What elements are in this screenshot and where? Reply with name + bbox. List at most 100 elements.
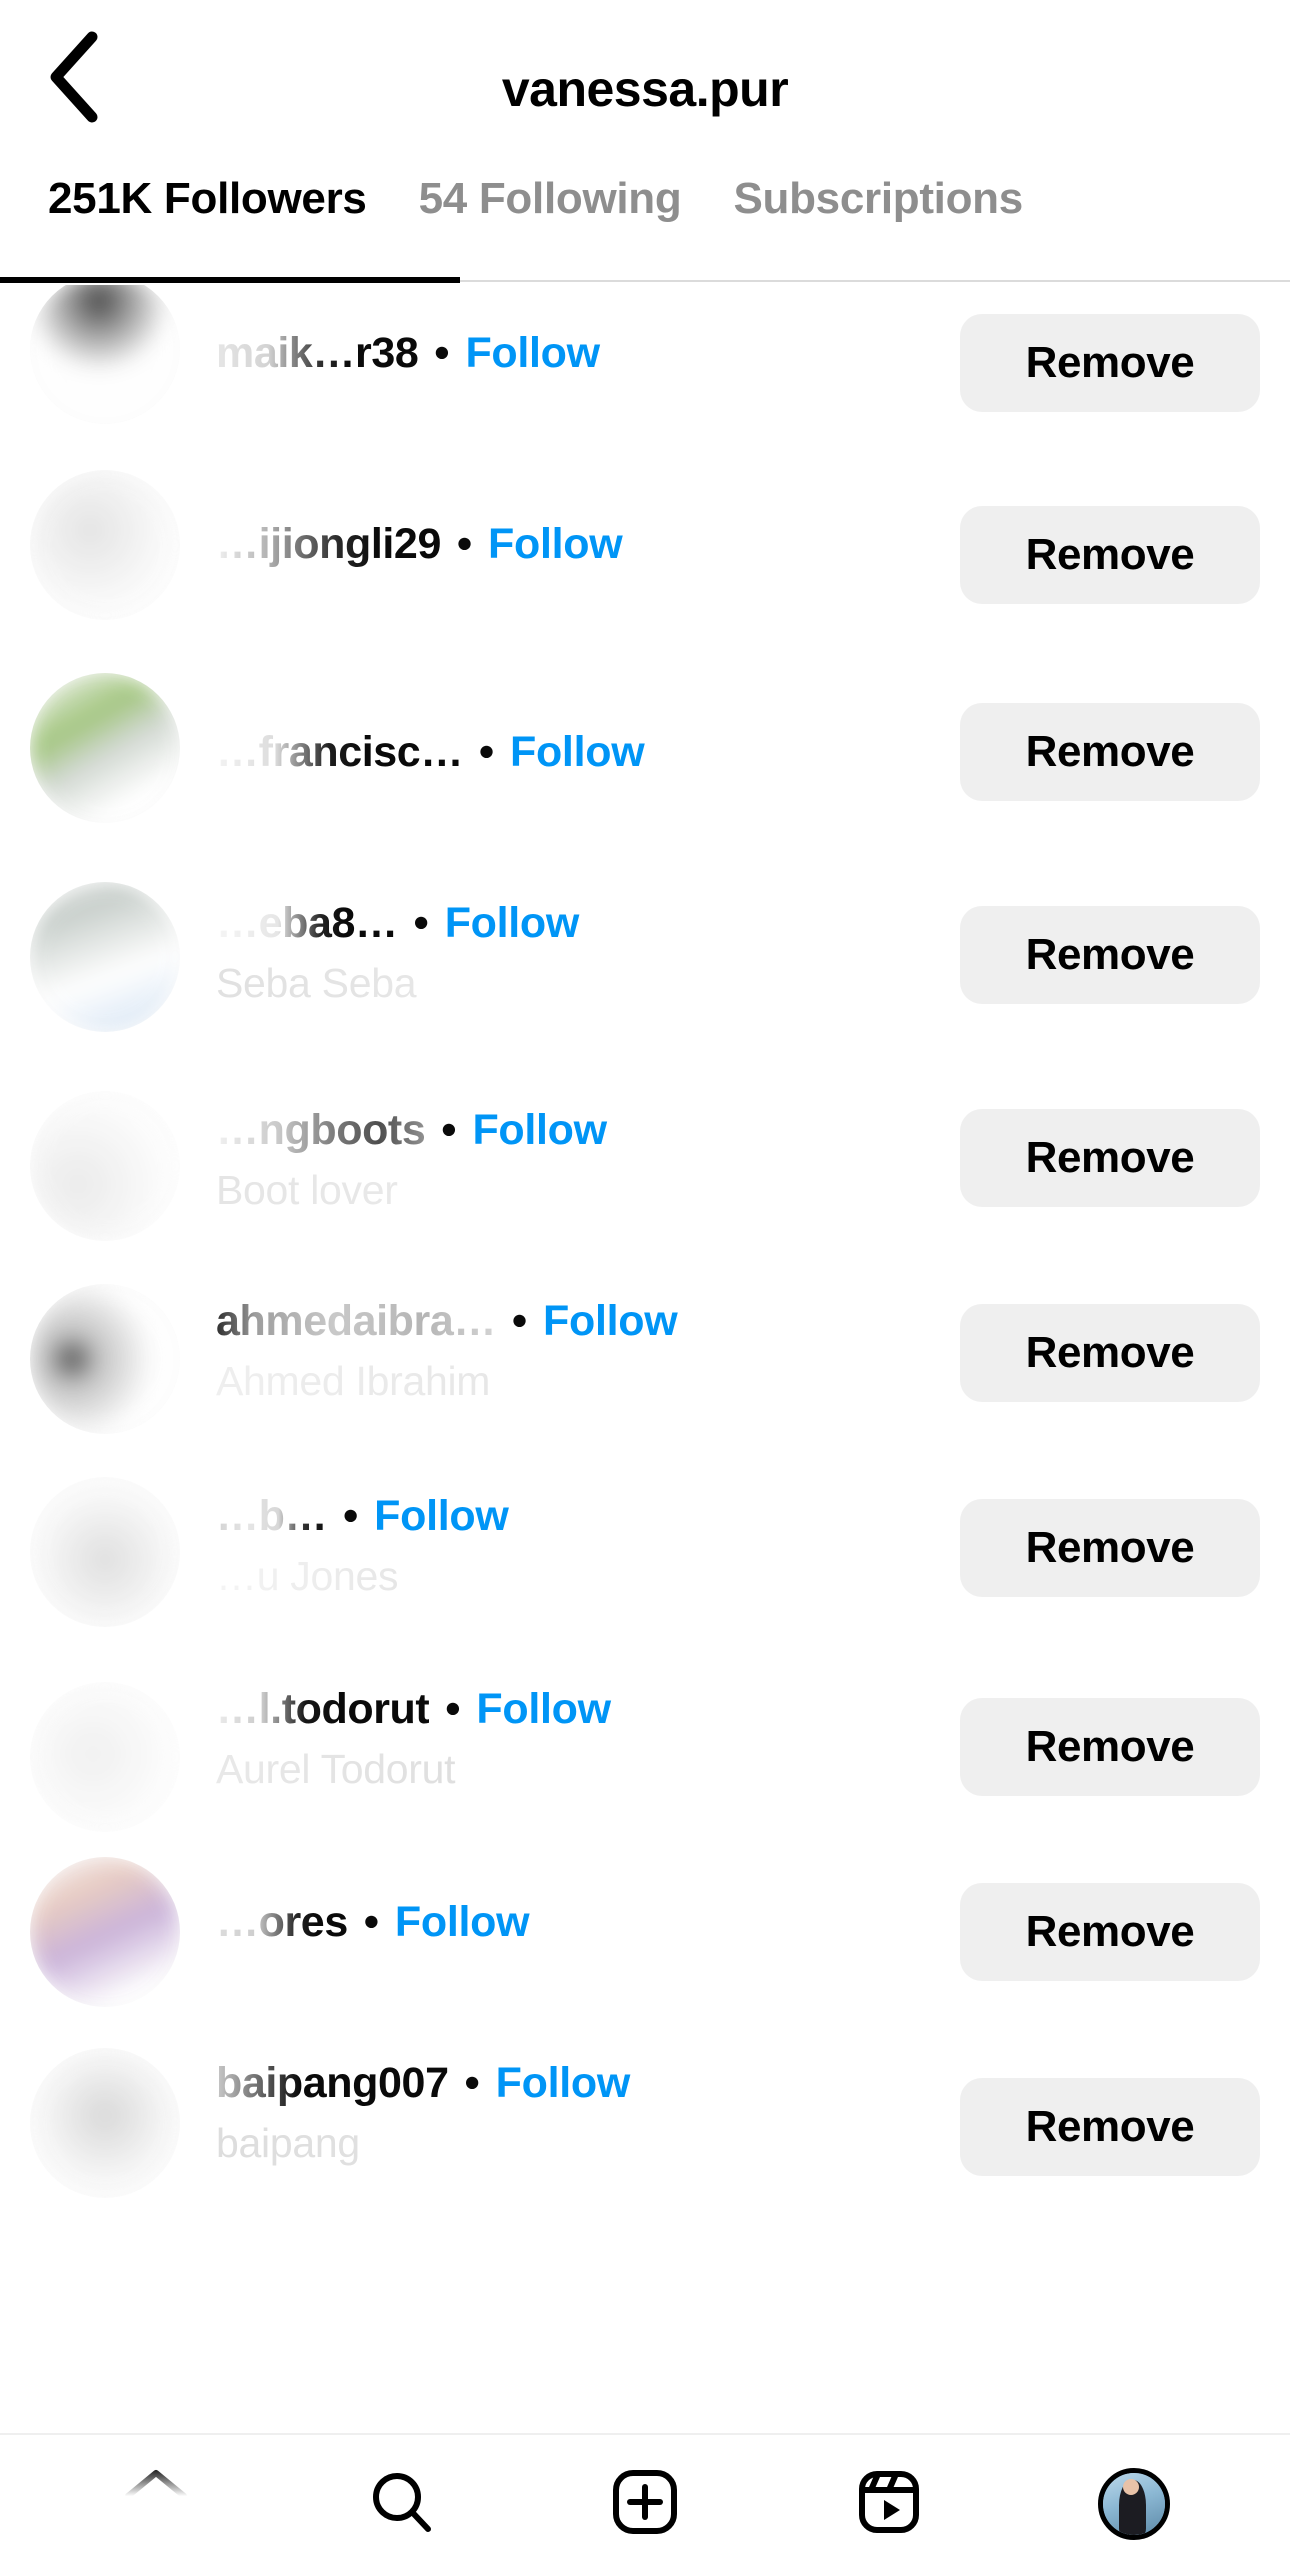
follow-link[interactable]: Follow xyxy=(496,2059,631,2108)
follow-link[interactable]: Follow xyxy=(374,1492,509,1541)
follower-row[interactable]: ahmedaibra… • Follow Ahmed Ibrahim Remove xyxy=(0,1250,1290,1448)
follower-row[interactable]: …francisc… • Follow Remove xyxy=(0,660,1290,856)
username-line: maik…r38 • Follow xyxy=(216,329,940,378)
username-line: …ores • Follow xyxy=(216,1898,940,1947)
full-name: …u Jones xyxy=(216,1553,399,1599)
separator-dot: • xyxy=(478,727,494,776)
follower-info: …francisc… • Follow xyxy=(180,728,940,777)
remove-button[interactable]: Remove xyxy=(960,703,1260,801)
avatar[interactable] xyxy=(30,673,180,823)
create-post-icon xyxy=(609,2466,681,2543)
remove-button[interactable]: Remove xyxy=(960,906,1260,1004)
follower-info: …ijiongli29 • Follow xyxy=(180,520,940,569)
remove-button[interactable]: Remove xyxy=(960,314,1260,412)
full-name: baipang xyxy=(216,2120,360,2166)
full-name: Seba Seba xyxy=(216,960,417,1006)
follower-info: …eba8… • Follow Seba Seba xyxy=(180,899,940,1007)
username-line: …l.todorut • Follow xyxy=(216,1685,940,1734)
nav-create-post[interactable] xyxy=(585,2449,705,2559)
username-line: …b… • Follow xyxy=(216,1492,940,1541)
follower-info: …ores • Follow xyxy=(180,1898,940,1947)
avatar[interactable] xyxy=(30,2048,180,2198)
username[interactable]: …ores xyxy=(216,1898,348,1947)
tab-subscriptions[interactable]: Subscriptions xyxy=(707,170,1048,224)
follower-row[interactable]: …eba8… • Follow Seba Seba Remove xyxy=(0,856,1290,1054)
follower-row[interactable]: …b… • Follow …u Jones Remove xyxy=(0,1448,1290,1644)
avatar[interactable] xyxy=(30,1284,180,1434)
remove-button[interactable]: Remove xyxy=(960,505,1260,604)
follow-link[interactable]: Follow xyxy=(465,329,600,378)
follow-link[interactable]: Follow xyxy=(543,1297,678,1346)
avatar[interactable] xyxy=(30,469,180,620)
follow-link[interactable]: Follow xyxy=(488,520,623,569)
avatar[interactable] xyxy=(30,1682,180,1832)
remove-button[interactable]: Remove xyxy=(960,2078,1260,2176)
username[interactable]: …francisc… xyxy=(216,728,463,777)
follower-info: baipang007 • Follow baipang xyxy=(180,2059,940,2167)
remove-button[interactable]: Remove xyxy=(960,1304,1260,1402)
tab-followers[interactable]: 251K Followers xyxy=(22,170,393,224)
separator-dot: • xyxy=(363,1897,379,1946)
avatar-image xyxy=(30,1091,180,1241)
remove-button[interactable]: Remove xyxy=(960,1499,1260,1597)
username[interactable]: ahmedaibra… xyxy=(216,1297,496,1346)
follower-row[interactable]: …l.todorut • Follow Aurel Todorut Remove xyxy=(0,1644,1290,1842)
username[interactable]: …ijiongli29 xyxy=(216,520,441,569)
username[interactable]: baipang007 xyxy=(216,2059,449,2108)
separator-dot: • xyxy=(441,1106,457,1154)
nav-home[interactable] xyxy=(96,2449,216,2559)
follower-row[interactable]: baipang007 • Follow baipang Remove xyxy=(0,2038,1290,2228)
follow-link[interactable]: Follow xyxy=(445,899,580,948)
follow-link[interactable]: Follow xyxy=(395,1898,530,1947)
follow-link[interactable]: Follow xyxy=(510,728,645,777)
avatar-image xyxy=(30,1284,180,1434)
follower-row[interactable]: maik…r38 • Follow Remove xyxy=(0,285,1290,465)
username[interactable]: …ngboots xyxy=(216,1106,426,1155)
remove-button[interactable]: Remove xyxy=(960,1698,1260,1796)
avatar-image xyxy=(30,285,180,424)
reels-icon xyxy=(853,2466,925,2543)
username[interactable]: …eba8… xyxy=(216,899,398,948)
separator-dot: • xyxy=(343,1492,359,1540)
avatar[interactable] xyxy=(30,285,180,424)
back-button[interactable] xyxy=(28,31,118,123)
full-name: Boot lover xyxy=(216,1167,398,1213)
instagram-followers-screen: vanessa.pur 251K Followers 54 Following … xyxy=(0,0,1290,2573)
avatar[interactable] xyxy=(30,1857,180,2007)
username-line: baipang007 • Follow xyxy=(216,2059,940,2108)
username[interactable]: …b… xyxy=(216,1492,327,1541)
full-name: Aurel Todorut xyxy=(216,1746,456,1792)
follower-row[interactable]: …ores • Follow Remove xyxy=(0,1842,1290,2038)
username-line: …eba8… • Follow xyxy=(216,899,940,948)
follower-info: …l.todorut • Follow Aurel Todorut xyxy=(180,1685,940,1793)
page-title: vanessa.pur xyxy=(501,61,789,117)
avatar-image xyxy=(30,1857,180,2007)
nav-search[interactable] xyxy=(341,2449,461,2559)
avatar[interactable] xyxy=(30,1477,180,1627)
remove-button[interactable]: Remove xyxy=(960,1109,1260,1207)
remove-button[interactable]: Remove xyxy=(960,1883,1260,1981)
avatar[interactable] xyxy=(30,882,180,1032)
tab-following[interactable]: 54 Following xyxy=(393,170,708,224)
follower-row[interactable]: …ngboots • Follow Boot lover Remove xyxy=(0,1054,1290,1250)
screen-header: vanessa.pur xyxy=(0,0,1290,170)
followers-list[interactable]: maik…r38 • Follow Remove …ijiongli29 • Follow R… xyxy=(0,285,1290,2290)
separator-dot: • xyxy=(511,1297,528,1345)
full-name: Ahmed Ibrahim xyxy=(216,1358,491,1404)
avatar-image xyxy=(30,2048,180,2198)
follower-row[interactable]: …ijiongli29 • Follow Remove xyxy=(0,465,1290,660)
username[interactable]: maik…r38 xyxy=(216,329,419,378)
username[interactable]: …l.todorut xyxy=(216,1685,430,1734)
tab-bar: 251K Followers 54 Following Subscription… xyxy=(0,170,1290,285)
follow-link[interactable]: Follow xyxy=(476,1685,611,1734)
follow-link[interactable]: Follow xyxy=(472,1106,607,1155)
username-line: …francisc… • Follow xyxy=(216,728,940,777)
avatar[interactable] xyxy=(30,1091,180,1241)
username-line: ahmedaibra… • Follow xyxy=(216,1297,940,1346)
username-line: …ngboots • Follow xyxy=(216,1106,940,1155)
bottom-navigation-bar xyxy=(0,2433,1290,2573)
nav-profile[interactable] xyxy=(1074,2449,1194,2559)
follower-info: maik…r38 • Follow xyxy=(180,329,940,378)
avatar-image xyxy=(30,673,180,823)
nav-reels[interactable] xyxy=(829,2449,949,2559)
